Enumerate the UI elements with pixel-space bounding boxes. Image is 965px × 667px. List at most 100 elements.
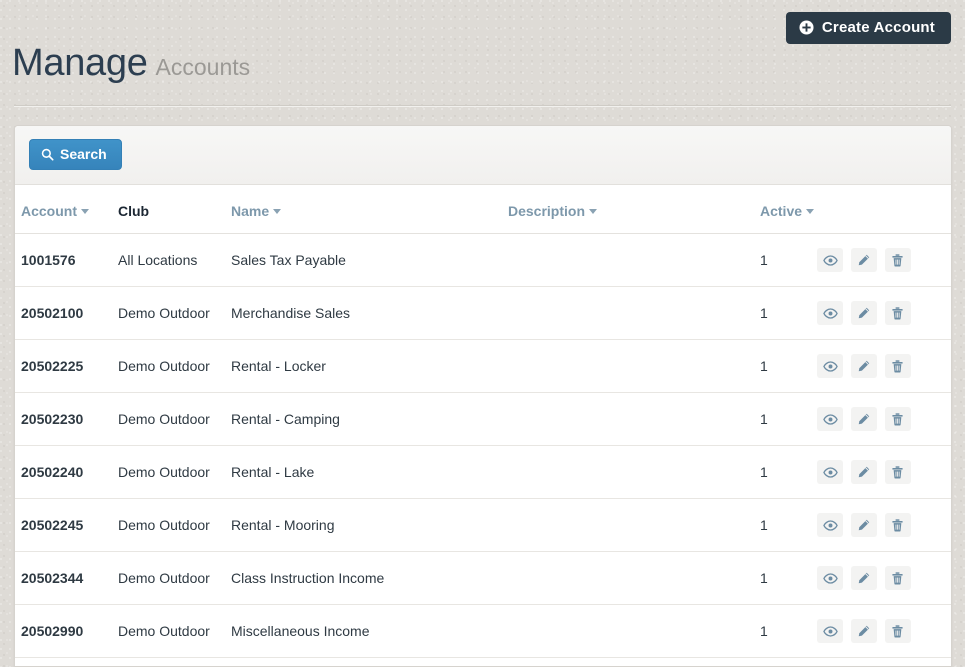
eye-icon (823, 253, 838, 268)
delete-action-button[interactable] (885, 619, 911, 643)
search-button[interactable]: Search (29, 139, 122, 170)
view-action-button[interactable] (817, 248, 843, 272)
cell-active: 1 (754, 658, 811, 667)
sort-link-active[interactable]: Active (760, 203, 802, 219)
view-action-button[interactable] (817, 513, 843, 537)
caret-down-icon[interactable] (273, 209, 281, 214)
cell-account: 20502990 (15, 605, 112, 658)
caret-down-icon[interactable] (81, 209, 89, 214)
pencil-icon (856, 518, 871, 533)
edit-action-button[interactable] (851, 619, 877, 643)
cell-name: Miscellaneous Income (225, 605, 502, 658)
cell-account: 1001576 (15, 234, 112, 287)
create-account-button[interactable]: Create Account (786, 12, 951, 44)
cell-name: Rental - Lake (225, 446, 502, 499)
accounts-table-body: 1001576 All Locations Sales Tax Payable … (15, 234, 951, 667)
cell-name: Rental - Camping (225, 393, 502, 446)
plus-circle-icon (799, 20, 814, 35)
delete-action-button[interactable] (885, 460, 911, 484)
cell-actions (811, 340, 951, 393)
cell-account: 20502245 (15, 499, 112, 552)
edit-action-button[interactable] (851, 513, 877, 537)
cell-account: 20502225 (15, 340, 112, 393)
delete-action-button[interactable] (885, 407, 911, 431)
cell-name: Class Instruction Income (225, 552, 502, 605)
cell-active: 1 (754, 499, 811, 552)
cell-active: 1 (754, 605, 811, 658)
table-row[interactable]: 20502240 Demo Outdoor Rental - Lake 1 (15, 446, 951, 499)
accounts-table: Account Club Name Description Active 100… (15, 185, 951, 667)
trash-icon (890, 624, 905, 639)
create-account-label: Create Account (822, 20, 935, 35)
cell-account: 20502240 (15, 446, 112, 499)
delete-action-button[interactable] (885, 354, 911, 378)
delete-action-button[interactable] (885, 301, 911, 325)
table-row[interactable]: 20502100 Demo Outdoor Merchandise Sales … (15, 287, 951, 340)
sort-link-account[interactable]: Account (21, 203, 77, 219)
cell-club: Demo Outdoor (112, 393, 225, 446)
view-action-button[interactable] (817, 354, 843, 378)
edit-action-button[interactable] (851, 460, 877, 484)
cell-club: Demo Outdoor (112, 552, 225, 605)
eye-icon (823, 624, 838, 639)
eye-icon (823, 518, 838, 533)
column-header-actions (811, 185, 951, 234)
edit-action-button[interactable] (851, 301, 877, 325)
eye-icon (823, 359, 838, 374)
delete-action-button[interactable] (885, 513, 911, 537)
trash-icon (890, 253, 905, 268)
trash-icon (890, 465, 905, 480)
trash-icon (890, 306, 905, 321)
sort-link-name[interactable]: Name (231, 203, 269, 219)
page-header: Create Account ManageAccounts (0, 0, 965, 106)
cell-account: 38502480 (15, 658, 112, 667)
cell-description (502, 658, 754, 667)
cell-club: Demo Outdoor (112, 605, 225, 658)
cell-actions (811, 605, 951, 658)
edit-action-button[interactable] (851, 248, 877, 272)
view-action-button[interactable] (817, 460, 843, 484)
cell-club: All Locations (112, 234, 225, 287)
table-row[interactable]: 20502990 Demo Outdoor Miscellaneous Inco… (15, 605, 951, 658)
cell-actions (811, 234, 951, 287)
cell-actions (811, 499, 951, 552)
cell-active: 1 (754, 446, 811, 499)
caret-down-icon[interactable] (589, 209, 597, 214)
cell-name: Rental - Locker (225, 340, 502, 393)
edit-action-button[interactable] (851, 566, 877, 590)
table-row[interactable]: 38502480 Basecamp Basecamp Registration … (15, 658, 951, 667)
cell-active: 1 (754, 234, 811, 287)
view-action-button[interactable] (817, 566, 843, 590)
delete-action-button[interactable] (885, 566, 911, 590)
table-row[interactable]: 20502245 Demo Outdoor Rental - Mooring 1 (15, 499, 951, 552)
cell-actions (811, 552, 951, 605)
page-title: ManageAccounts (12, 44, 250, 82)
eye-icon (823, 465, 838, 480)
sort-link-description[interactable]: Description (508, 203, 585, 219)
view-action-button[interactable] (817, 301, 843, 325)
cell-actions (811, 393, 951, 446)
caret-down-icon[interactable] (806, 209, 814, 214)
edit-action-button[interactable] (851, 407, 877, 431)
pencil-icon (856, 253, 871, 268)
page-title-subtitle: Accounts (156, 54, 251, 80)
view-action-button[interactable] (817, 407, 843, 431)
pencil-icon (856, 359, 871, 374)
view-action-button[interactable] (817, 619, 843, 643)
trash-icon (890, 359, 905, 374)
pencil-icon (856, 465, 871, 480)
cell-active: 1 (754, 393, 811, 446)
table-row[interactable]: 20502225 Demo Outdoor Rental - Locker 1 (15, 340, 951, 393)
cell-club: Demo Outdoor (112, 499, 225, 552)
table-row[interactable]: 20502344 Demo Outdoor Class Instruction … (15, 552, 951, 605)
cell-description (502, 340, 754, 393)
delete-action-button[interactable] (885, 248, 911, 272)
edit-action-button[interactable] (851, 354, 877, 378)
panel-toolbar: Search (15, 126, 951, 185)
eye-icon (823, 412, 838, 427)
table-row[interactable]: 1001576 All Locations Sales Tax Payable … (15, 234, 951, 287)
pencil-icon (856, 306, 871, 321)
sort-link-club[interactable]: Club (118, 203, 149, 219)
table-row[interactable]: 20502230 Demo Outdoor Rental - Camping 1 (15, 393, 951, 446)
cell-account: 20502230 (15, 393, 112, 446)
